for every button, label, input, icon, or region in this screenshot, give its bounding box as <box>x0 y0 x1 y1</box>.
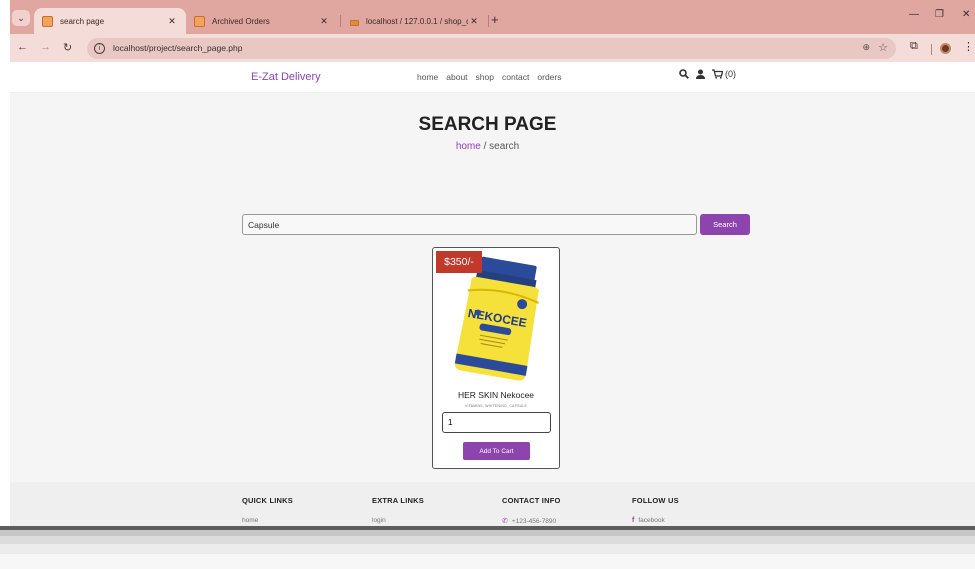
product-card: NEKOCEE $350/- HER SKIN Nekocee VITAMINS… <box>432 247 560 469</box>
forward-arrow-icon[interactable]: → <box>40 41 51 53</box>
add-to-cart-button[interactable]: Add To Cart <box>463 442 530 460</box>
tab-search-page[interactable]: search page ✕ <box>34 8 186 34</box>
footer-link-home[interactable]: home <box>242 517 258 524</box>
breadcrumb-separator: / <box>480 141 490 152</box>
profile-avatar[interactable] <box>940 43 951 54</box>
close-tab-icon[interactable]: ✕ <box>318 16 330 27</box>
url-text[interactable]: localhost/project/search_page.php <box>113 43 242 53</box>
search-icon[interactable] <box>679 69 689 79</box>
tab-divider <box>488 15 489 27</box>
user-icon[interactable] <box>696 69 705 79</box>
footer-extra-links: EXTRA LINKS login <box>372 496 424 524</box>
close-tab-icon[interactable]: ✕ <box>468 16 480 27</box>
site-favicon-icon <box>194 15 205 27</box>
toolbar-divider <box>931 44 932 55</box>
footer-follow-us: FOLLOW US f facebook <box>632 496 679 524</box>
breadcrumb-home-link[interactable]: home <box>456 141 481 152</box>
breadcrumb-current: search <box>489 141 520 152</box>
minimize-icon[interactable]: — <box>909 9 919 20</box>
cart-count: (0) <box>725 69 736 79</box>
nav-orders-link[interactable]: orders <box>537 72 561 82</box>
reload-icon[interactable]: ↻ <box>63 41 72 54</box>
more-menu-icon[interactable]: ⋮ <box>963 40 974 53</box>
nav-about-link[interactable]: about <box>446 72 467 82</box>
browser-toolbar: ← → ↻ i localhost/project/search_page.ph… <box>0 34 975 62</box>
site-info-icon[interactable]: i <box>94 43 105 54</box>
nav-home-link[interactable]: home <box>417 72 438 82</box>
browser-tab-bar: ⌄ search page ✕ Archived Orders ✕ localh… <box>0 0 975 34</box>
tab-phpmyadmin[interactable]: localhost / 127.0.0.1 / shop_db ✕ <box>342 8 488 34</box>
nav-shop-link[interactable]: shop <box>476 72 494 82</box>
address-bar[interactable]: i localhost/project/search_page.php ⊕ ☆ <box>87 38 896 59</box>
blurred-taskbar-region <box>0 526 975 569</box>
footer-contact-info: CONTACT INFO ✆ +123-456-7890 <box>502 496 561 525</box>
footer-heading: FOLLOW US <box>632 496 679 505</box>
extensions-puzzle-icon[interactable]: ⧉ <box>910 40 918 53</box>
site-header: E-Zat Delivery home about shop contact o… <box>10 62 975 93</box>
product-details: VITAMINS, WHITENING, CAPSULE <box>464 404 528 408</box>
cart-icon <box>712 69 723 79</box>
zoom-icon[interactable]: ⊕ <box>862 42 870 53</box>
cart-button[interactable]: (0) <box>712 69 736 79</box>
search-button[interactable]: Search <box>700 214 750 235</box>
tab-title: search page <box>60 16 105 26</box>
search-input[interactable] <box>242 214 697 235</box>
footer-link-facebook[interactable]: facebook <box>638 517 664 524</box>
main-content: SEARCH PAGE home / search Search NEKOCEE… <box>10 93 975 482</box>
tab-title: Archived Orders <box>212 16 270 26</box>
page-title: SEARCH PAGE <box>418 114 557 135</box>
new-tab-icon[interactable]: + <box>491 12 499 27</box>
close-window-icon[interactable]: ✕ <box>962 9 970 20</box>
back-arrow-icon[interactable]: ← <box>17 41 28 53</box>
footer-phone-number[interactable]: +123-456-7890 <box>512 518 556 525</box>
close-tab-icon[interactable]: ✕ <box>166 16 178 27</box>
site-nav: home about shop contact orders <box>417 72 561 82</box>
tab-search-menu-button[interactable]: ⌄ <box>12 10 30 26</box>
bookmark-star-icon[interactable]: ☆ <box>878 41 888 54</box>
product-image: NEKOCEE <box>454 256 540 381</box>
site-footer: QUICK LINKS home EXTRA LINKS login CONTA… <box>10 482 975 526</box>
header-icons: (0) <box>679 69 736 79</box>
footer-heading: CONTACT INFO <box>502 496 561 505</box>
phpmyadmin-favicon-icon <box>350 20 359 26</box>
footer-heading: QUICK LINKS <box>242 496 293 505</box>
tab-title: localhost / 127.0.0.1 / shop_db <box>366 16 468 26</box>
price-badge: $350/- <box>436 251 482 273</box>
site-logo[interactable]: E-Zat Delivery <box>251 71 321 83</box>
tab-archived-orders[interactable]: Archived Orders ✕ <box>186 8 338 34</box>
site-favicon-icon <box>42 15 53 27</box>
breadcrumb: home / search <box>0 141 975 152</box>
product-name: HER SKIN Nekocee <box>457 390 535 400</box>
quantity-input[interactable] <box>442 412 551 433</box>
footer-link-login[interactable]: login <box>372 517 386 524</box>
footer-heading: EXTRA LINKS <box>372 496 424 505</box>
left-margin <box>0 0 10 526</box>
tab-divider <box>340 15 341 27</box>
nav-contact-link[interactable]: contact <box>502 72 529 82</box>
restore-icon[interactable]: ❐ <box>935 9 944 20</box>
phone-icon: ✆ <box>502 518 508 525</box>
facebook-icon: f <box>632 517 635 524</box>
footer-quick-links: QUICK LINKS home <box>242 496 293 524</box>
